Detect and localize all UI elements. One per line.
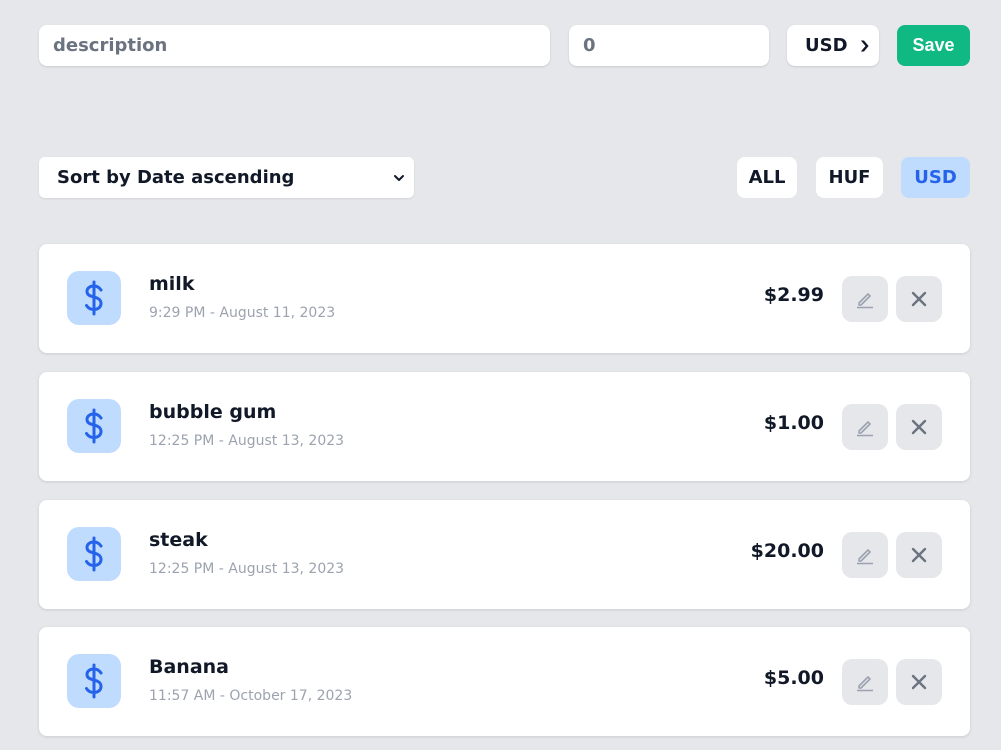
pencil-icon <box>857 676 873 692</box>
chevron-down-icon: ❯ <box>858 39 871 52</box>
description-placeholder: description <box>53 35 168 56</box>
dollar-icon <box>67 271 121 325</box>
close-icon <box>911 547 927 563</box>
filter-usd-button[interactable]: USD <box>901 157 970 198</box>
expense-card: bubble gum 12:25 PM - August 13, 2023 $1… <box>39 372 970 481</box>
amount-value: 0 <box>583 35 596 56</box>
delete-button[interactable] <box>896 532 942 578</box>
sort-select[interactable]: Sort by Date ascending <box>39 157 414 198</box>
delete-button[interactable] <box>896 404 942 450</box>
expense-title: Banana <box>149 656 229 678</box>
close-icon <box>911 674 927 690</box>
delete-button[interactable] <box>896 659 942 705</box>
expense-amount: $20.00 <box>750 540 824 562</box>
sort-selected: Sort by Date ascending <box>57 167 295 188</box>
expense-amount: $2.99 <box>763 284 824 306</box>
pencil-icon <box>857 549 873 565</box>
close-icon <box>911 419 927 435</box>
save-button[interactable]: Save <box>897 25 970 66</box>
filter-huf-button[interactable]: HUF <box>816 157 883 198</box>
expense-title: steak <box>149 529 208 551</box>
expense-card: milk 9:29 PM - August 11, 2023 $2.99 <box>39 244 970 353</box>
filter-all-button[interactable]: ALL <box>737 157 797 198</box>
expense-amount: $1.00 <box>763 412 824 434</box>
chevron-down-icon <box>394 174 404 181</box>
pencil-icon <box>857 421 873 437</box>
expense-date: 11:57 AM - October 17, 2023 <box>149 688 353 704</box>
expense-date: 9:29 PM - August 11, 2023 <box>149 305 336 321</box>
expense-title: milk <box>149 273 195 295</box>
currency-select[interactable]: USD ❯ <box>787 25 879 66</box>
description-input[interactable]: description <box>39 25 550 66</box>
currency-selected: USD <box>805 35 848 56</box>
pencil-icon <box>857 293 873 309</box>
edit-button[interactable] <box>842 276 888 322</box>
edit-button[interactable] <box>842 532 888 578</box>
expense-amount: $5.00 <box>763 667 824 689</box>
expense-card: steak 12:25 PM - August 13, 2023 $20.00 <box>39 500 970 609</box>
expense-date: 12:25 PM - August 13, 2023 <box>149 561 345 577</box>
edit-button[interactable] <box>842 659 888 705</box>
expense-card: Banana 11:57 AM - October 17, 2023 $5.00 <box>39 627 970 736</box>
expense-date: 12:25 PM - August 13, 2023 <box>149 433 345 449</box>
dollar-icon <box>67 527 121 581</box>
delete-button[interactable] <box>896 276 942 322</box>
edit-button[interactable] <box>842 404 888 450</box>
dollar-icon <box>67 399 121 453</box>
add-expense-form: description 0 USD ❯ Save <box>39 25 970 66</box>
expense-tracker-app: description 0 USD ❯ Save Sort by Date as… <box>0 0 1001 750</box>
close-icon <box>911 291 927 307</box>
dollar-icon <box>67 654 121 708</box>
expense-title: bubble gum <box>149 401 277 423</box>
amount-input[interactable]: 0 <box>569 25 769 66</box>
